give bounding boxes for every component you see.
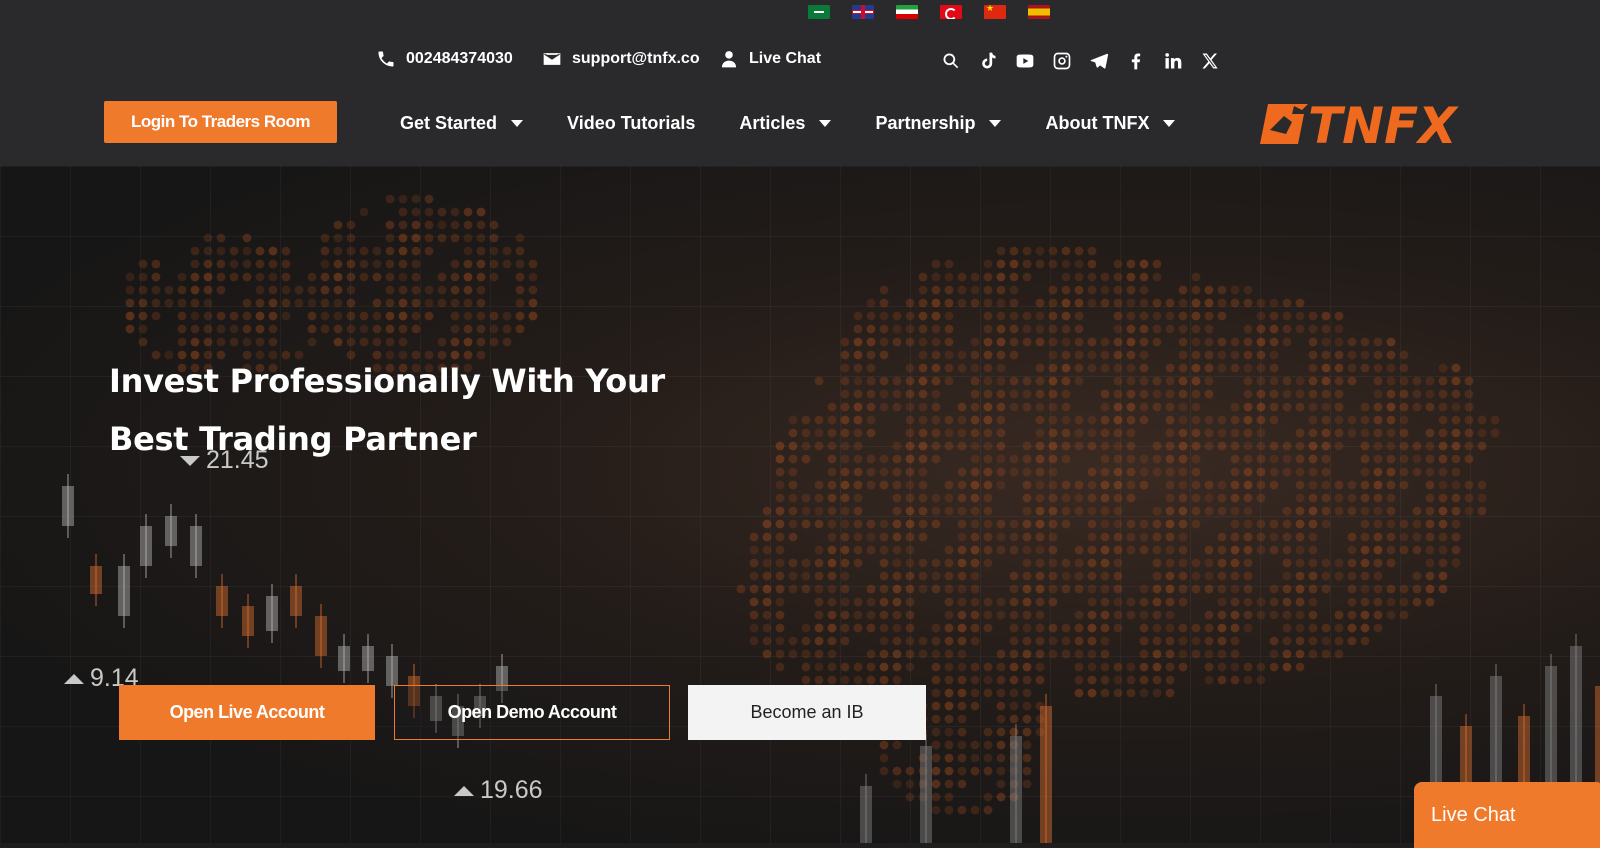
nav-label: Articles <box>739 112 806 133</box>
caret-down-icon <box>819 119 832 127</box>
flag-english-icon[interactable] <box>852 5 874 19</box>
flag-turkish-icon[interactable] <box>940 5 962 19</box>
email-address: support@tnfx.co <box>572 50 700 67</box>
contact-phone[interactable]: 002484374030 <box>376 49 513 69</box>
user-headset-icon <box>721 51 737 68</box>
nav-item-partnership[interactable]: Partnership <box>875 109 1002 137</box>
language-flags <box>808 5 1050 19</box>
linkedin-icon[interactable] <box>1162 50 1183 71</box>
become-ib-button[interactable]: Become an IB <box>688 685 926 740</box>
flag-persian-icon[interactable] <box>896 5 918 19</box>
logo-text: TNFX <box>1308 100 1459 148</box>
live-chat-link: Live Chat <box>749 50 822 67</box>
phone-icon <box>378 51 394 67</box>
arrow-up-icon <box>64 673 84 684</box>
main-nav: Get Started Video Tutorials Articles Par… <box>400 109 1219 137</box>
youtube-icon[interactable] <box>1014 50 1035 71</box>
search-icon[interactable] <box>940 50 961 71</box>
arrow-up-icon <box>454 785 474 796</box>
instagram-icon[interactable] <box>1051 50 1072 71</box>
login-traders-room-button[interactable]: Login To Traders Room <box>104 101 337 143</box>
nav-label: Partnership <box>875 112 976 133</box>
contact-live-chat[interactable]: Live Chat <box>719 49 821 69</box>
world-map-background <box>62 194 1600 843</box>
header: 002484374030 support@tnfx.co Live Chat L… <box>0 0 1600 166</box>
nav-label: About TNFX <box>1045 112 1150 133</box>
social-links <box>940 50 1220 71</box>
tnfx-logo[interactable]: TNFX <box>1258 100 1490 148</box>
contact-email[interactable]: support@tnfx.co <box>542 49 700 69</box>
flag-spanish-icon[interactable] <box>1028 5 1050 19</box>
envelope-icon <box>543 53 561 65</box>
nav-label: Video Tutorials <box>567 112 696 133</box>
headline-line-2: Best Trading Partner <box>109 420 477 458</box>
nav-label: Get Started <box>400 112 498 133</box>
live-chat-widget[interactable]: Live Chat <box>1414 782 1600 848</box>
hero-section: 21.45 9.14 19.66 <box>0 166 1600 843</box>
ticker-text: 19.66 <box>480 776 543 804</box>
phone-number: 002484374030 <box>406 50 513 67</box>
x-icon[interactable] <box>1199 50 1220 71</box>
flag-chinese-icon[interactable] <box>984 5 1006 19</box>
caret-down-icon <box>989 119 1002 127</box>
telegram-icon[interactable] <box>1088 50 1109 71</box>
nav-item-about[interactable]: About TNFX <box>1045 109 1176 137</box>
tiktok-icon[interactable] <box>977 50 998 71</box>
flag-arabic-icon[interactable] <box>808 5 830 19</box>
open-live-account-button[interactable]: Open Live Account <box>119 685 375 740</box>
facebook-icon[interactable] <box>1125 50 1146 71</box>
nav-item-get-started[interactable]: Get Started <box>400 109 524 137</box>
hero-headline: Invest Professionally With Your Best Tra… <box>109 352 665 468</box>
nav-item-video-tutorials[interactable]: Video Tutorials <box>567 109 695 137</box>
caret-down-icon <box>511 119 524 127</box>
open-demo-account-button[interactable]: Open Demo Account <box>394 685 670 740</box>
caret-down-icon <box>1163 119 1176 127</box>
ticker-value: 19.66 <box>454 776 543 805</box>
headline-line-1: Invest Professionally With Your <box>109 362 665 400</box>
nav-item-articles[interactable]: Articles <box>739 109 832 137</box>
